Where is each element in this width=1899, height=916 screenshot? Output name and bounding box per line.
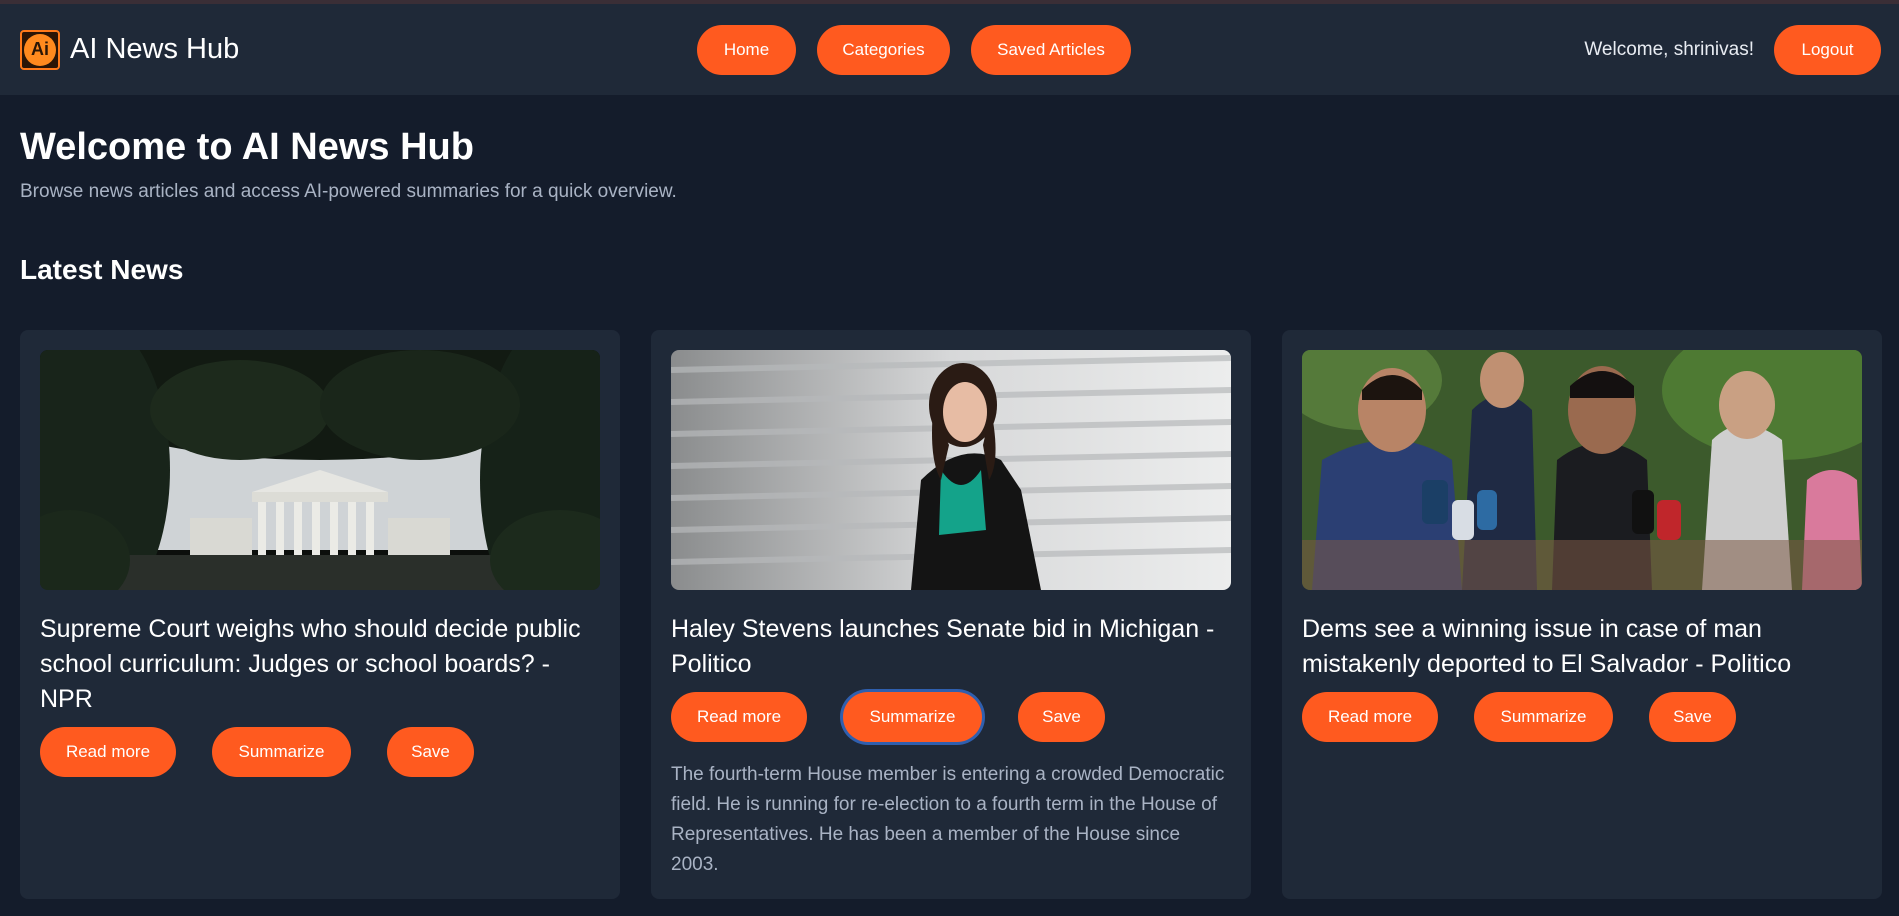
welcome-user-text: Welcome, shrinivas!: [1584, 38, 1754, 60]
summarize-button[interactable]: Summarize: [843, 692, 982, 742]
page-title: Welcome to AI News Hub: [20, 126, 474, 168]
read-more-button[interactable]: Read more: [1302, 692, 1438, 742]
main-nav: Home Categories Saved Articles: [697, 4, 1131, 95]
article-image-supreme-court[interactable]: [40, 350, 600, 590]
news-card: Supreme Court weighs who should decide p…: [20, 330, 620, 899]
read-more-button[interactable]: Read more: [40, 727, 176, 777]
article-actions: Read more Summarize Save: [40, 727, 600, 777]
summarize-button[interactable]: Summarize: [1474, 692, 1613, 742]
save-button[interactable]: Save: [387, 727, 474, 777]
save-button[interactable]: Save: [1649, 692, 1736, 742]
brand-title: AI News Hub: [70, 33, 240, 65]
article-actions: Read more Summarize Save: [671, 692, 1231, 742]
news-card: Haley Stevens launches Senate bid in Mic…: [651, 330, 1251, 899]
article-title[interactable]: Dems see a winning issue in case of man …: [1302, 612, 1862, 682]
user-area: Welcome, shrinivas! Logout: [1584, 4, 1881, 95]
logo-text: Ai: [24, 33, 56, 66]
article-title[interactable]: Supreme Court weighs who should decide p…: [40, 612, 600, 717]
news-card: Dems see a winning issue in case of man …: [1282, 330, 1882, 899]
top-nav-bar: Ai AI News Hub Home Categories Saved Art…: [0, 4, 1899, 95]
summarize-button[interactable]: Summarize: [212, 727, 351, 777]
hero-section: Welcome to AI News Hub Browse news artic…: [0, 95, 1899, 203]
article-image-press-conference[interactable]: [1302, 350, 1862, 590]
nav-home-button[interactable]: Home: [697, 24, 796, 75]
ai-logo-icon: Ai: [20, 29, 60, 70]
brand[interactable]: Ai AI News Hub: [20, 29, 240, 70]
nav-categories-button[interactable]: Categories: [817, 24, 950, 75]
page-subtitle: Browse news articles and access AI-power…: [20, 180, 677, 202]
nav-saved-articles-button[interactable]: Saved Articles: [971, 24, 1131, 75]
news-card-grid: Supreme Court weighs who should decide p…: [20, 330, 1882, 899]
save-button[interactable]: Save: [1018, 692, 1105, 742]
logout-button[interactable]: Logout: [1774, 24, 1881, 75]
article-title[interactable]: Haley Stevens launches Senate bid in Mic…: [671, 612, 1231, 682]
read-more-button[interactable]: Read more: [671, 692, 807, 742]
latest-news-heading: Latest News: [20, 253, 184, 285]
article-actions: Read more Summarize Save: [1302, 692, 1862, 742]
article-image-haley-stevens[interactable]: [671, 350, 1231, 590]
article-ai-summary: The fourth-term House member is entering…: [671, 764, 1225, 875]
